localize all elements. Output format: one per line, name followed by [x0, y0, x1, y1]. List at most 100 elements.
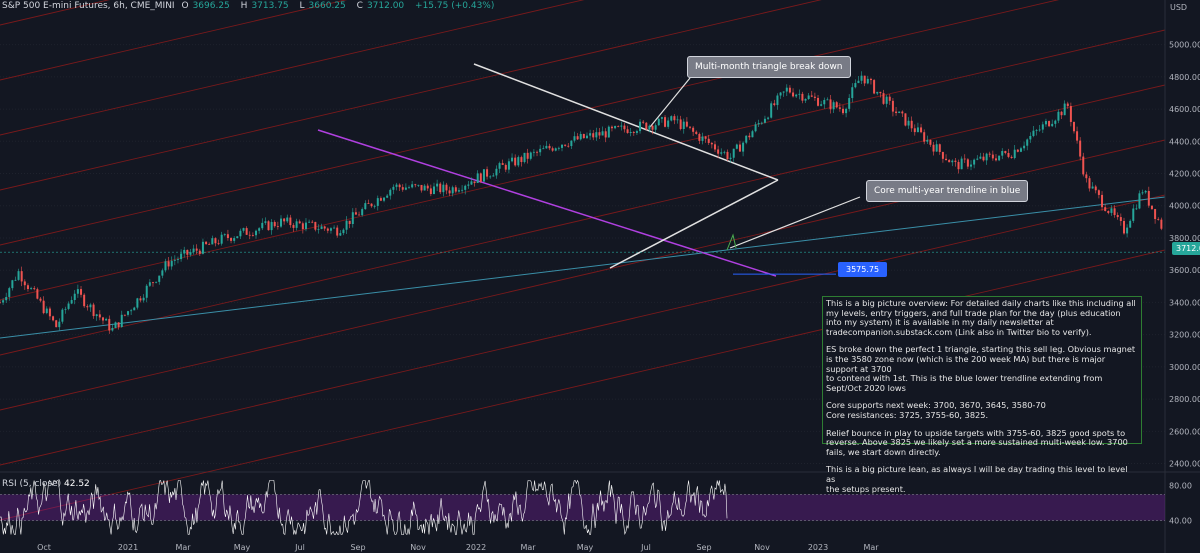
candle-body [486, 169, 489, 177]
candle-body [520, 157, 523, 163]
candle-body [635, 131, 638, 133]
candle-body [217, 243, 220, 245]
candle-body [482, 169, 485, 182]
candle-body [1135, 208, 1138, 210]
candle-body [358, 214, 361, 216]
candle-body [308, 221, 311, 223]
trendline-callout[interactable]: Core multi-year trendline in blue [866, 180, 1029, 202]
candle-body [888, 96, 891, 101]
candle-body [264, 221, 267, 223]
candle-body [267, 221, 270, 231]
candle-body [1154, 209, 1157, 220]
candle-body [604, 131, 607, 138]
candle-body [626, 129, 629, 133]
time-tick-label: Oct [37, 543, 51, 552]
candle-body [954, 160, 957, 162]
candle-body [473, 181, 476, 184]
candle-body [1116, 215, 1119, 218]
candle-body [364, 203, 367, 210]
candle-body [642, 121, 645, 123]
candle-body [582, 133, 585, 139]
candle-body [982, 156, 985, 161]
candle-body [498, 163, 501, 169]
candle-body [511, 157, 514, 162]
candle-body [205, 241, 208, 245]
target-price-tag[interactable]: 3575.75 [838, 262, 888, 277]
candle-body [239, 230, 242, 237]
candle-body [439, 183, 442, 193]
candle-body [895, 111, 898, 113]
price-tick-label: 4600.00 [1169, 105, 1200, 114]
candle-body [720, 152, 723, 154]
candle-body [561, 144, 563, 148]
candle-body [1113, 208, 1116, 216]
analysis-note[interactable]: This is a big picture overview: For deta… [822, 296, 1142, 493]
candle-body [951, 160, 954, 163]
candle-body [1107, 210, 1110, 213]
candle-body [748, 135, 751, 138]
candle-body [695, 131, 698, 134]
candle-body [158, 275, 161, 282]
candle-body [782, 91, 785, 93]
candle-body [348, 220, 351, 225]
candle-body [648, 125, 651, 130]
candle-body [713, 144, 716, 150]
candle-body [101, 317, 104, 321]
candle-body [910, 120, 913, 129]
candle-body [386, 195, 389, 198]
candle-body [236, 236, 239, 239]
candle-body [173, 259, 176, 261]
candle-body [701, 136, 704, 141]
candle-body [326, 228, 329, 231]
candle-body [676, 119, 679, 121]
candle-body [155, 281, 158, 283]
candle-body [891, 100, 894, 112]
candle-body [723, 151, 726, 153]
candle-body [595, 132, 598, 138]
candle-body [108, 318, 111, 331]
candle-body [882, 93, 885, 104]
candle-body [76, 289, 79, 294]
candle-body [336, 227, 339, 236]
candle-body [1082, 156, 1085, 175]
candle-body [70, 300, 73, 304]
candle-body [554, 148, 557, 151]
close-label: C [356, 1, 363, 11]
candle-body [373, 205, 376, 207]
candle-body [1072, 121, 1075, 132]
candle-body [873, 80, 876, 94]
candle-body [651, 125, 654, 130]
candle-body [476, 173, 479, 184]
candle-body [1088, 178, 1091, 189]
note-paragraph: ES broke down the perfect 1 triangle, st… [826, 344, 1136, 393]
candle-body [1057, 111, 1060, 121]
candle-body [1063, 103, 1066, 116]
candle-body [545, 145, 548, 149]
price-tick-label: 4000.00 [1169, 202, 1200, 211]
candle-body [1026, 139, 1029, 146]
candle-body [732, 148, 735, 158]
candle-body [860, 75, 863, 81]
candle-body [95, 314, 98, 317]
candle-body [208, 244, 211, 245]
candle-body [120, 314, 123, 328]
candle-body [151, 282, 154, 284]
time-tick-label: Mar [175, 543, 191, 552]
candle-body [536, 151, 539, 153]
candle-body [1150, 205, 1153, 210]
candle-body [445, 184, 448, 191]
candle-body [573, 136, 576, 141]
candle-body [907, 120, 910, 126]
candle-body [945, 158, 948, 161]
candle-body [504, 164, 507, 170]
time-tick-label: Sep [696, 543, 711, 552]
candle-body [826, 99, 829, 101]
note-paragraph: This is a big picture lean, as always I … [826, 464, 1128, 494]
candle-body [592, 133, 595, 138]
candle-body [885, 96, 888, 104]
candle-body [461, 189, 464, 191]
candle-body [258, 228, 261, 231]
candle-body [1032, 130, 1035, 136]
candle-body [767, 117, 770, 119]
triangle-callout[interactable]: Multi-month triangle break down [687, 56, 851, 78]
